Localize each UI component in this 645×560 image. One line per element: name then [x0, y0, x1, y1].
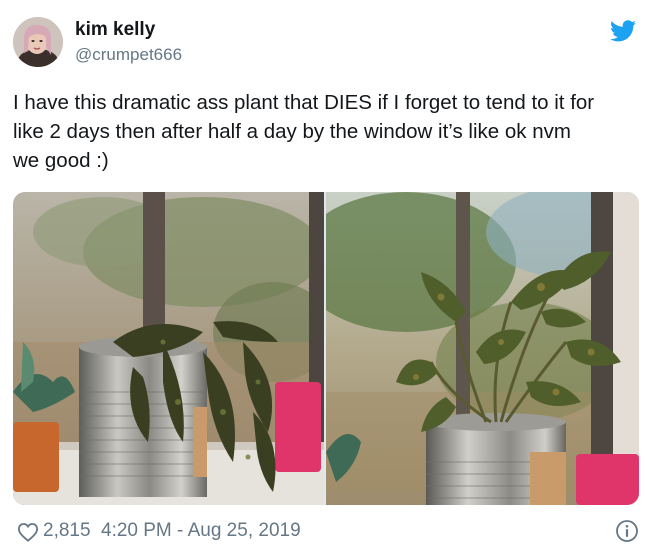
tweet-text-line: we good :) — [13, 149, 109, 172]
tweet-footer: 2,815 4:20 PM - Aug 25, 2019 — [13, 518, 639, 544]
photo-revived-plant[interactable] — [326, 192, 639, 505]
tweet-card: kim kelly @crumpet666 I have this dramat… — [0, 0, 645, 560]
user-handle[interactable]: @crumpet666 — [75, 45, 182, 65]
avatar[interactable] — [13, 17, 63, 67]
twitter-bird-icon[interactable] — [610, 20, 636, 42]
heart-icon[interactable] — [17, 522, 39, 542]
tweet-timestamp[interactable]: 4:20 PM - Aug 25, 2019 — [101, 520, 301, 542]
tweet-text-line: I have this dramatic ass plant that DIES… — [13, 91, 595, 114]
display-name[interactable]: kim kelly — [75, 19, 155, 41]
like-count[interactable]: 2,815 — [43, 520, 91, 542]
media-grid — [13, 192, 639, 505]
tweet-text-line: like 2 days then after half a day by the… — [13, 120, 571, 143]
tweet-text: I have this dramatic ass plant that DIES… — [13, 88, 633, 175]
photo-wilted-plant[interactable] — [13, 192, 324, 505]
info-icon[interactable] — [615, 519, 639, 543]
